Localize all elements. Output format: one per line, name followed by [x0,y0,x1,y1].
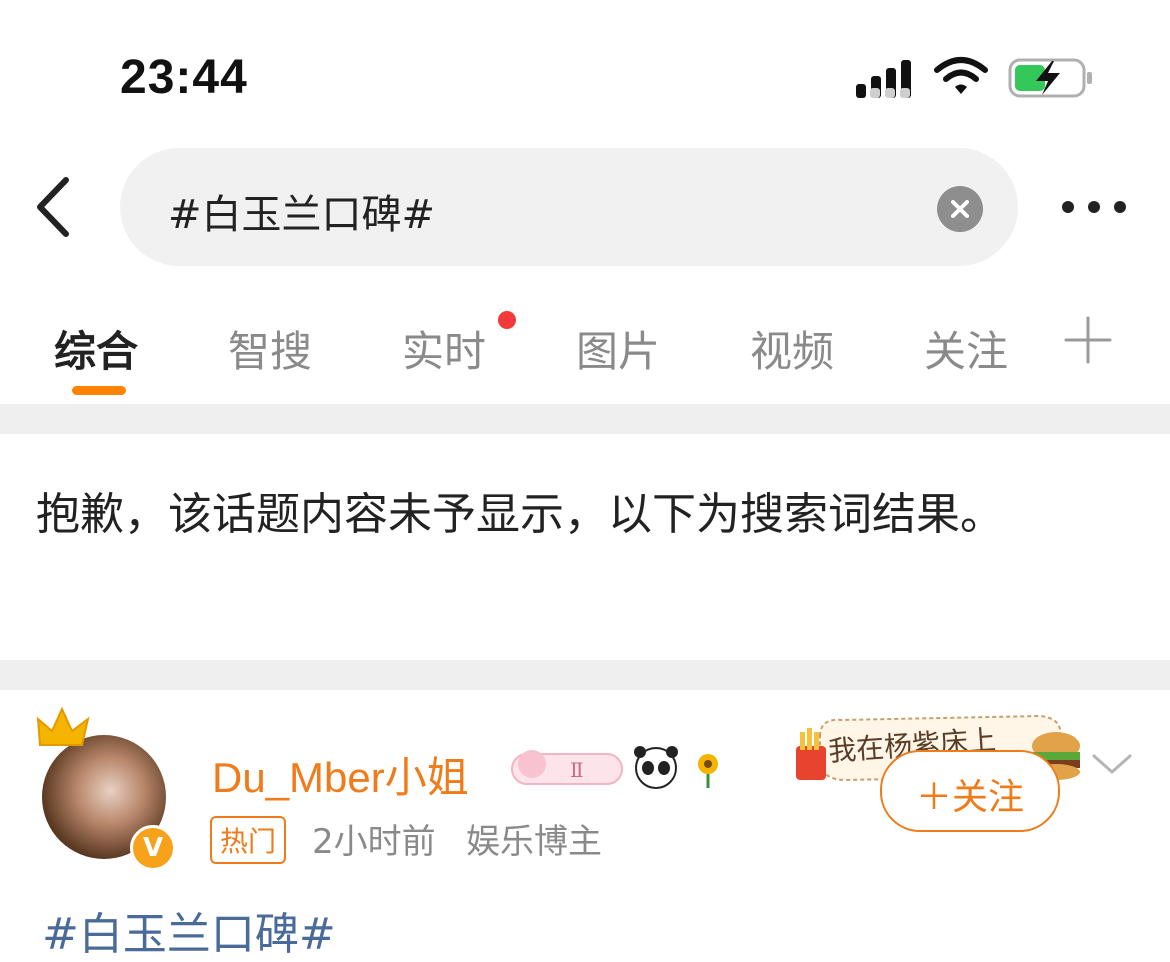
tab-图片[interactable]: 图片 [576,318,660,379]
avatar[interactable]: V [30,705,180,871]
notice-text: 抱歉，该话题内容未予显示，以下为搜索词结果。 [36,489,1004,540]
clear-icon [951,200,969,218]
svg-text:Ⅱ: Ⅱ [570,758,584,782]
cellular-signal-icon [856,60,911,98]
back-arrow-icon[interactable] [28,172,84,242]
chevron-down-icon[interactable] [1090,748,1134,778]
status-time: 23:44 [120,51,248,104]
search-query[interactable]: #白玉兰口碑# [168,182,435,240]
search-input[interactable]: #白玉兰口碑# [120,148,1018,266]
membership-badge-icon: Ⅱ [511,750,623,785]
user-role: 娱乐博主 [466,822,602,862]
new-content-dot [498,311,516,329]
clear-search-button[interactable] [937,186,983,232]
topic-link[interactable]: #白玉兰口碑# [42,898,336,962]
follow-button[interactable]: ＋关注 [880,750,1060,832]
hot-tag-badge: 热门 [210,816,287,864]
tab-视频[interactable]: 视频 [750,318,834,379]
user-badges: Ⅱ [511,746,718,789]
verified-v-icon: V [130,825,176,871]
tab-bar: 综合 智搜 实时 图片 视频 关注 [0,300,1170,404]
username[interactable]: Du_Mber小姐 [212,744,469,805]
crown-icon [36,706,90,746]
tab-实时[interactable]: 实时 [402,318,486,379]
plus-icon[interactable] [1062,314,1114,366]
sunflower-icon [698,754,718,788]
section-divider [0,404,1170,434]
tab-关注[interactable]: 关注 [924,318,1008,379]
status-bar: 23:44 [0,0,1170,130]
panda-icon [634,746,678,789]
more-icon[interactable] [1058,190,1130,224]
tab-综合[interactable]: 综合 [54,318,138,379]
section-divider [0,660,1170,690]
wifi-icon [934,57,988,94]
post-time: 2小时前 [312,822,436,862]
battery-charging-icon [1008,58,1092,98]
follow-button-label: ＋关注 [915,777,1024,818]
active-tab-indicator [72,386,126,395]
tab-智搜[interactable]: 智搜 [228,318,312,379]
